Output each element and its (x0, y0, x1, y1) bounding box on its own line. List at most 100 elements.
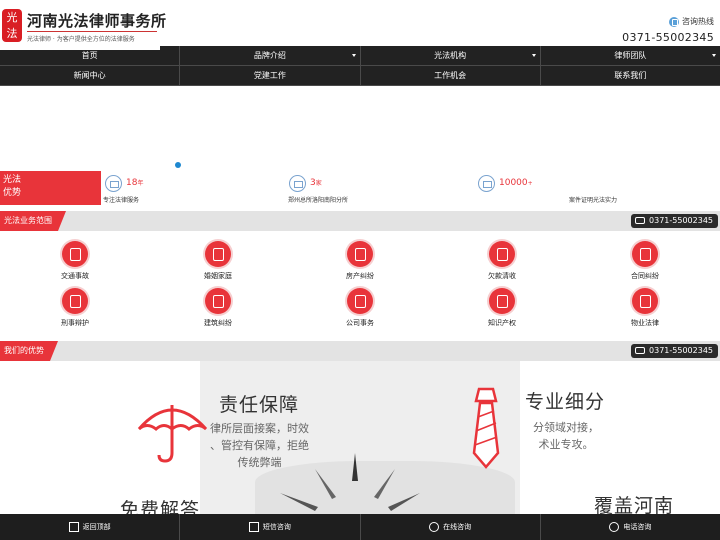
service-corporate[interactable]: 公司事务 (310, 288, 410, 328)
service-label: 交通事故 (61, 272, 89, 280)
bottom-label: 返回顶部 (82, 523, 111, 531)
site-title: 河南光法律师事务所 (27, 12, 167, 30)
stat-unit: + (527, 180, 533, 187)
phone-icon (669, 16, 679, 27)
caret-down-icon (712, 54, 716, 57)
tie-icon (472, 387, 500, 469)
person-icon (289, 175, 306, 192)
hotline-label: 咨询热线 (682, 17, 714, 26)
section-phone-number: 0371-55002345 (649, 346, 713, 355)
stat-value: 18 (126, 178, 138, 188)
nav-label: 新闻中心 (73, 71, 106, 80)
service-criminal[interactable]: 刑事辩护 (25, 288, 125, 328)
service-debt[interactable]: 欠款清收 (452, 241, 552, 281)
stat-desc: 案件证明光法实力 (569, 197, 618, 204)
stats-strip: 光法 优势 18年 专注法律服务 3家 郑州总所洛阳南阳分所 10000+ 案件… (0, 171, 720, 207)
service-label: 房产纠纷 (346, 272, 374, 280)
logo[interactable]: 光法 河南光法律师事务所 光法律师 · 为客户提供全方位的法律服务 (0, 0, 166, 50)
handcuff-icon (62, 288, 88, 314)
banner-slider[interactable] (0, 86, 720, 171)
bottom-label: 在线咨询 (443, 523, 472, 531)
service-contract[interactable]: 合同纠纷 (595, 241, 695, 281)
advantages-section-title: 我们的优势 (0, 341, 58, 361)
service-traffic[interactable]: 交通事故 (25, 241, 125, 281)
sms-consult-button[interactable]: 短信咨询 (180, 514, 361, 540)
services-grid: 交通事故 婚姻家庭 房产纠纷 欠款清收 合同纠纷 刑事辩护 建筑纠纷 公司事务 (0, 237, 720, 341)
service-label: 合同纠纷 (631, 272, 659, 280)
bottom-label: 短信咨询 (262, 523, 291, 531)
service-label: 婚姻家庭 (204, 272, 232, 280)
nav-row-2: 新闻中心 党建工作 工作机会 联系我们 (0, 66, 720, 86)
service-label: 建筑纠纷 (204, 319, 232, 327)
hotline-label-row: 咨询热线 (622, 16, 714, 27)
telephone-icon (635, 347, 646, 354)
advantage-text-line: 律所层面接案，时效 (210, 422, 309, 435)
hotline[interactable]: 咨询热线 0371-55002345 (622, 16, 714, 44)
service-label: 公司事务 (346, 319, 374, 327)
services-section-title: 光法业务范围 (0, 211, 66, 231)
online-consult-button[interactable]: 在线咨询 (361, 514, 541, 540)
case-icon (478, 175, 495, 192)
site-tagline: 光法律师 · 为客户提供全方位的法律服务 (27, 36, 135, 43)
services-section-bar: 光法业务范围 0371-55002345 (0, 211, 720, 231)
brain-icon (489, 288, 515, 314)
nav-item-institutions[interactable]: 光法机构 (360, 46, 541, 66)
compass-icon (280, 453, 420, 511)
bottom-label: 电话咨询 (623, 523, 652, 531)
stats-label-line2: 优势 (3, 188, 22, 198)
nav-item-news[interactable]: 新闻中心 (0, 66, 181, 86)
service-property[interactable]: 房产纠纷 (310, 241, 410, 281)
money-icon (489, 241, 515, 267)
sms-icon (248, 522, 259, 532)
service-ip[interactable]: 知识产权 (452, 288, 552, 328)
nav-item-party[interactable]: 党建工作 (180, 66, 361, 86)
section-phone-button[interactable]: 0371-55002345 (631, 214, 718, 228)
telephone-icon (635, 217, 646, 224)
service-label: 刑事辩护 (61, 319, 89, 327)
main-nav: 首页 品牌介绍 光法机构 律师团队 新闻中心 党建工作 工作机会 联系我们 (0, 46, 720, 86)
stat-value: 10000 (499, 178, 528, 188)
advantage-title: 专业细分 (525, 391, 606, 413)
nav-label: 党建工作 (253, 71, 286, 80)
slider-dot[interactable] (175, 162, 181, 168)
advantage-title: 免费解答 (120, 499, 201, 514)
back-to-top-button[interactable]: 返回顶部 (0, 514, 181, 540)
nav-label: 光法机构 (434, 51, 467, 60)
service-marriage[interactable]: 婚姻家庭 (168, 241, 268, 281)
stat-desc: 郑州总所洛阳南阳分所 (288, 197, 349, 204)
nav-item-contact[interactable]: 联系我们 (540, 66, 720, 86)
stat-number: 10000+ (499, 178, 533, 188)
phone-consult-button[interactable]: 电话咨询 (541, 514, 720, 540)
hotline-number: 0371-55002345 (622, 31, 714, 44)
nav-item-brand[interactable]: 品牌介绍 (180, 46, 361, 66)
caret-down-icon (351, 54, 356, 57)
stat-desc: 专注法律服务 (103, 197, 140, 204)
service-property-law[interactable]: 物业法律 (595, 288, 695, 328)
traffic-icon (62, 241, 88, 267)
book-icon (347, 288, 373, 314)
stats-label-line1: 光法 (3, 175, 22, 185)
property-icon (632, 288, 658, 314)
building-icon (105, 175, 122, 192)
service-label: 知识产权 (488, 319, 516, 327)
advantage-text-line: 术业专攻。 (538, 438, 594, 451)
nav-label: 律师团队 (614, 51, 647, 60)
stats-label: 光法 优势 (0, 171, 101, 205)
page: 光法 河南光法律师事务所 光法律师 · 为客户提供全方位的法律服务 咨询热线 0… (0, 0, 720, 540)
nav-label: 首页 (81, 51, 98, 60)
stat-unit: 年 (137, 180, 144, 187)
nav-label: 联系我们 (614, 71, 647, 80)
house-icon (347, 241, 373, 267)
stat-number: 18年 (126, 178, 143, 188)
nav-item-team[interactable]: 律师团队 (540, 46, 720, 66)
site-header: 光法 河南光法律师事务所 光法律师 · 为客户提供全方位的法律服务 咨询热线 0… (0, 0, 720, 50)
section-phone-button[interactable]: 0371-55002345 (631, 344, 718, 358)
logo-divider (27, 31, 157, 32)
nav-item-jobs[interactable]: 工作机会 (360, 66, 541, 86)
advantages-section-bar: 我们的优势 0371-55002345 (0, 341, 720, 361)
section-phone-number: 0371-55002345 (649, 216, 713, 225)
stat-unit: 家 (315, 180, 322, 187)
advantage-text: 分领域对接， 术业专攻。 (533, 419, 599, 453)
advantage-title: 责任保障 (219, 394, 300, 416)
service-construction[interactable]: 建筑纠纷 (168, 288, 268, 328)
